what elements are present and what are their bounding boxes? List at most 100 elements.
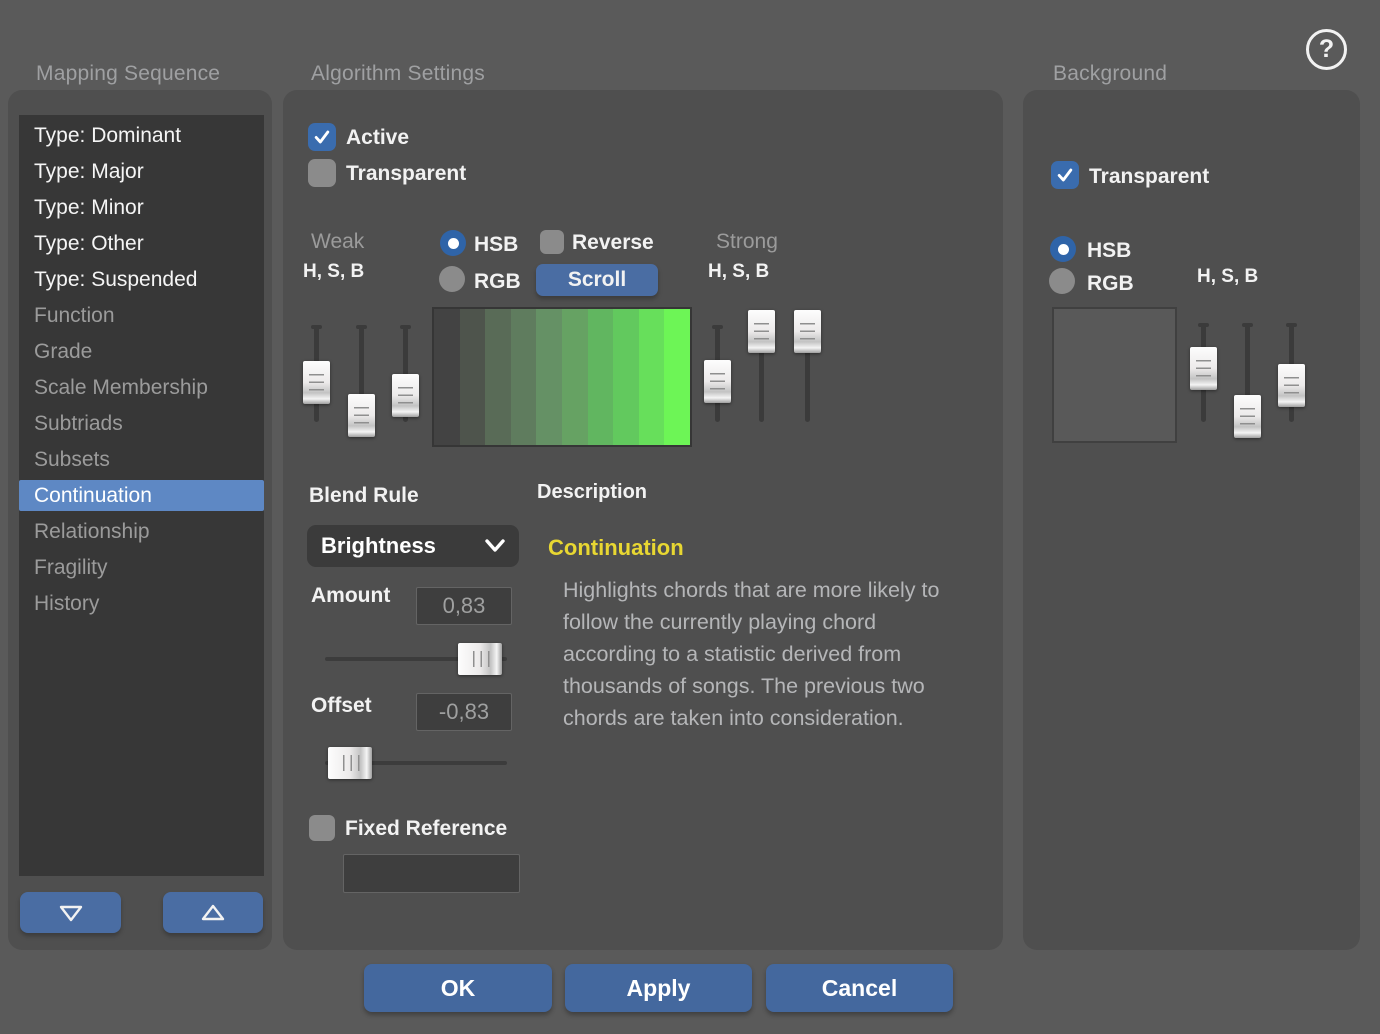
move-up-button[interactable] — [163, 892, 263, 933]
gradient-band — [639, 309, 665, 445]
gradient-band — [485, 309, 511, 445]
list-item[interactable]: Subsets — [19, 444, 264, 475]
apply-button[interactable]: Apply — [565, 964, 752, 1012]
background-hsb-radio[interactable] — [1050, 236, 1076, 262]
background-rgb-label: RGB — [1087, 272, 1134, 296]
background-h-slider[interactable] — [1190, 324, 1217, 422]
strong-s-slider[interactable] — [748, 326, 775, 422]
strong-label: Strong — [716, 230, 778, 254]
mapping-sequence-list[interactable]: Type: Dominant Type: Major Type: Minor Type… — [19, 115, 264, 876]
rgb-label: RGB — [474, 270, 521, 294]
mapping-sequence-panel: Type: Dominant Type: Major Type: Minor Type… — [8, 90, 272, 950]
background-transparent-checkbox[interactable] — [1051, 161, 1079, 189]
background-hsb-letters: H, S, B — [1197, 266, 1258, 288]
background-color-swatch — [1052, 307, 1177, 443]
list-item[interactable]: History — [19, 588, 264, 619]
weak-label: Weak — [311, 230, 364, 254]
blend-rule-label: Blend Rule — [309, 484, 419, 508]
blend-rule-dropdown[interactable]: Brightness — [307, 525, 519, 567]
gradient-band — [536, 309, 562, 445]
gradient-band — [664, 309, 690, 445]
gradient-band — [434, 309, 460, 445]
list-item[interactable]: Type: Major — [19, 156, 264, 187]
offset-label: Offset — [311, 694, 372, 718]
list-item[interactable]: Type: Other — [19, 228, 264, 259]
amount-label: Amount — [311, 584, 390, 608]
list-item[interactable]: Type: Suspended — [19, 264, 264, 295]
hsb-label: HSB — [474, 233, 518, 257]
fixed-reference-field[interactable] — [343, 854, 520, 893]
slider-thumb[interactable] — [1190, 347, 1217, 390]
slider-thumb[interactable] — [303, 361, 330, 404]
background-transparent-label: Transparent — [1089, 165, 1209, 189]
transparent-label: Transparent — [346, 162, 466, 186]
ok-button-label: OK — [441, 975, 476, 1002]
slider-thumb[interactable] — [392, 374, 419, 417]
strong-h-slider[interactable] — [704, 326, 731, 422]
gradient-band — [460, 309, 486, 445]
description-label: Description — [537, 481, 647, 504]
algorithm-settings-panel: Active Transparent Weak H, S, B HSB RGB … — [283, 90, 1003, 950]
cancel-button[interactable]: Cancel — [766, 964, 953, 1012]
help-icon[interactable]: ? — [1306, 29, 1347, 70]
slider-thumb[interactable] — [748, 310, 775, 353]
check-icon — [1055, 165, 1075, 185]
gradient-band — [511, 309, 537, 445]
triangle-up-icon — [198, 901, 228, 925]
offset-field[interactable] — [416, 693, 512, 731]
scroll-button[interactable]: Scroll — [536, 264, 658, 296]
dialog: Mapping Sequence Algorithm Settings Back… — [0, 0, 1380, 1034]
ok-button[interactable]: OK — [364, 964, 552, 1012]
transparent-checkbox[interactable] — [308, 159, 336, 187]
rgb-radio[interactable] — [439, 266, 465, 292]
move-down-button[interactable] — [20, 892, 121, 933]
fixed-reference-label: Fixed Reference — [345, 817, 507, 841]
weak-b-slider[interactable] — [392, 326, 419, 422]
mapping-sequence-title: Mapping Sequence — [36, 62, 220, 86]
active-label: Active — [346, 126, 409, 150]
background-rgb-radio[interactable] — [1049, 268, 1075, 294]
reverse-checkbox[interactable] — [540, 230, 564, 254]
weak-hsb-label: H, S, B — [303, 261, 364, 283]
apply-button-label: Apply — [627, 975, 691, 1002]
active-checkbox[interactable] — [308, 123, 336, 151]
list-item[interactable]: Grade — [19, 336, 264, 367]
list-item[interactable]: Subtriads — [19, 408, 264, 439]
description-heading: Continuation — [548, 535, 684, 561]
amount-slider[interactable] — [325, 643, 507, 675]
list-item[interactable]: Type: Minor — [19, 192, 264, 223]
hsb-radio[interactable] — [440, 230, 466, 256]
background-hsb-label: HSB — [1087, 239, 1131, 263]
strong-b-slider[interactable] — [794, 326, 821, 422]
list-item[interactable]: Scale Membership — [19, 372, 264, 403]
scroll-button-label: Scroll — [568, 268, 626, 292]
reverse-label: Reverse — [572, 231, 654, 255]
gradient-band — [588, 309, 614, 445]
slider-thumb[interactable] — [794, 310, 821, 353]
weak-h-slider[interactable] — [303, 326, 330, 422]
background-title: Background — [1053, 62, 1167, 86]
amount-field[interactable] — [416, 587, 512, 625]
slider-thumb[interactable] — [328, 747, 372, 779]
slider-thumb[interactable] — [348, 394, 375, 437]
question-glyph: ? — [1319, 35, 1334, 64]
background-b-slider[interactable] — [1278, 324, 1305, 422]
slider-thumb[interactable] — [1278, 364, 1305, 407]
slider-thumb[interactable] — [1234, 395, 1261, 438]
slider-thumb[interactable] — [704, 360, 731, 403]
list-item[interactable]: Function — [19, 300, 264, 331]
offset-slider[interactable] — [325, 747, 507, 779]
slider-thumb[interactable] — [458, 643, 502, 675]
gradient-band — [613, 309, 639, 445]
background-s-slider[interactable] — [1234, 324, 1261, 422]
list-item[interactable]: Fragility — [19, 552, 264, 583]
list-item[interactable]: Relationship — [19, 516, 264, 547]
strong-hsb-label: H, S, B — [708, 261, 769, 283]
description-body: Highlights chords that are more likely t… — [563, 574, 975, 734]
list-item[interactable]: Continuation — [19, 480, 264, 511]
triangle-down-icon — [56, 901, 86, 925]
list-item[interactable]: Type: Dominant — [19, 120, 264, 151]
fixed-reference-checkbox[interactable] — [309, 815, 335, 841]
cancel-button-label: Cancel — [822, 975, 897, 1002]
weak-s-slider[interactable] — [348, 326, 375, 422]
